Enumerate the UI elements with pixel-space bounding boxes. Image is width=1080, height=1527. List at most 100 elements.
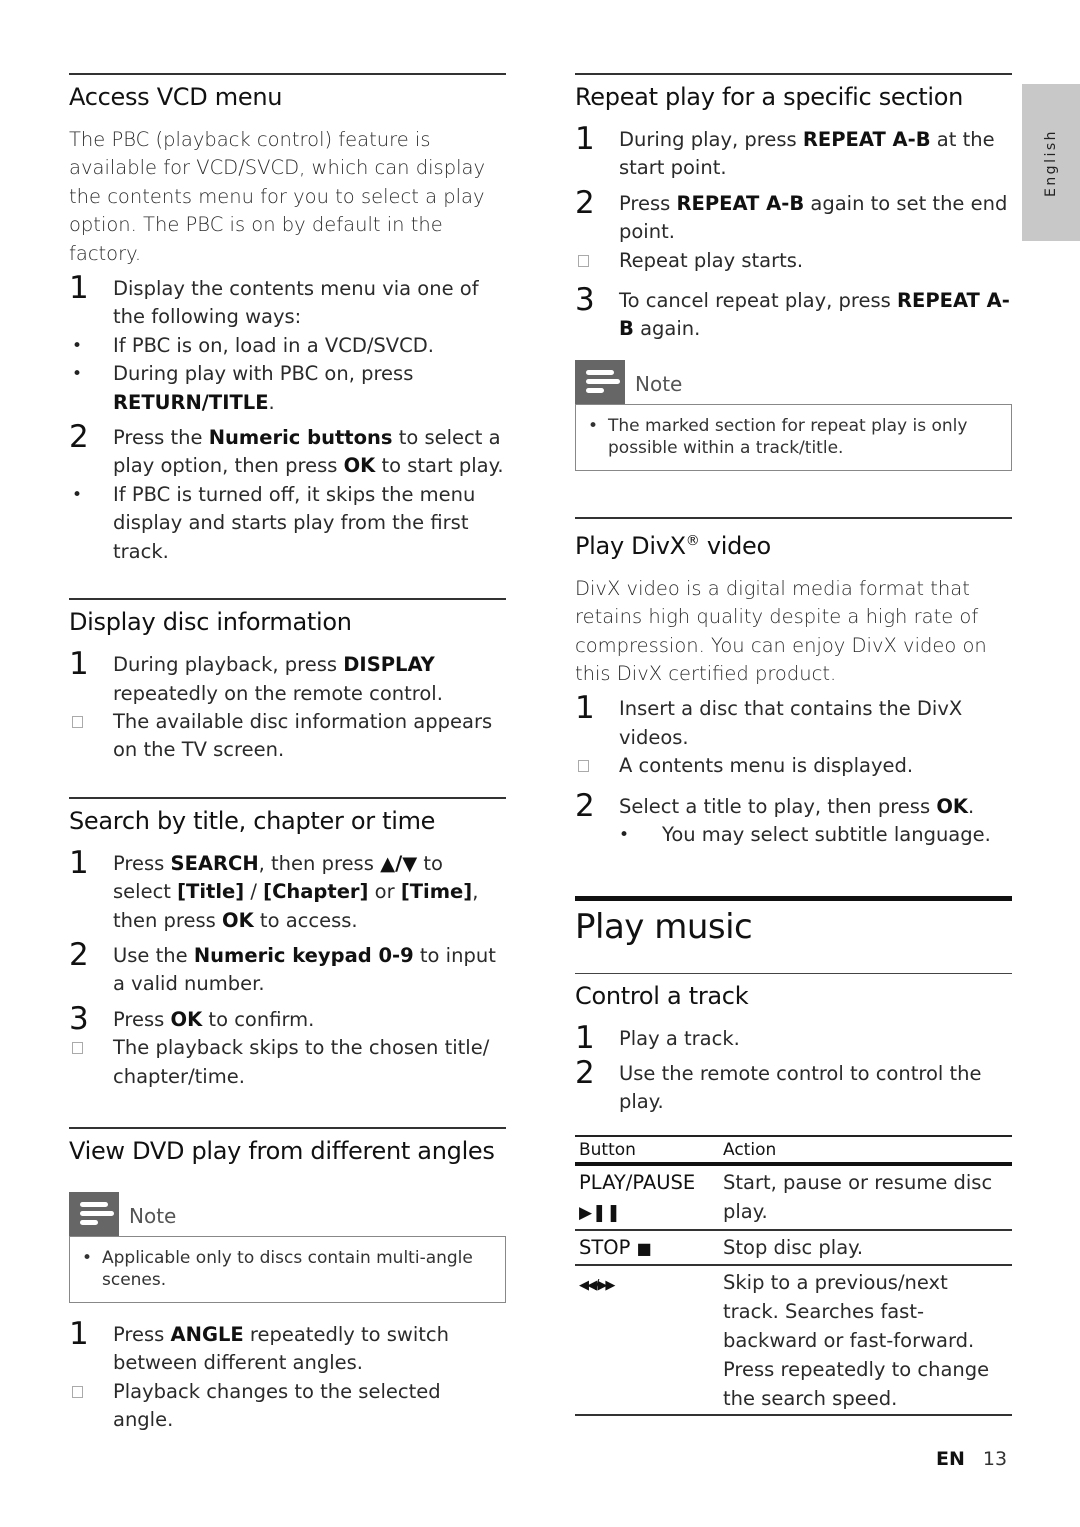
step-text: to access. <box>253 908 358 932</box>
note-text: The marked section for repeat play is on… <box>608 415 968 459</box>
step-text: Insert a disc that contains the DivX vid… <box>619 697 963 749</box>
step: 2 Use the remote control to control the … <box>575 1056 1012 1117</box>
button-name: Numeric buttons <box>208 426 393 450</box>
step: 1 During play, press REPEAT A-B at the s… <box>575 122 1012 183</box>
language-tab: English <box>1022 84 1080 241</box>
bullet-text: . <box>268 390 275 414</box>
step-text: again. <box>633 317 701 341</box>
note-icon <box>575 359 625 404</box>
step: 3 To cancel repeat play, press REPEAT A-… <box>575 283 1012 344</box>
action-cell: Stop disc play. <box>719 1229 1012 1266</box>
note-header: Note <box>69 1191 506 1236</box>
step-text: Select a title to play, then press <box>619 794 937 818</box>
column-header-button: Button <box>575 1134 719 1166</box>
button-cell: STOP ■ <box>575 1229 719 1266</box>
step: 1 Display the contents menu via one of t… <box>69 271 506 332</box>
step-text: During play, press <box>619 128 803 151</box>
action-cell: Skip to a previous/next track. Searches … <box>719 1264 1012 1416</box>
step-number: 2 <box>575 1054 595 1091</box>
step-text: , then press <box>258 851 381 875</box>
button-name: REPEAT A-B <box>676 191 805 215</box>
result-item: The playback skips to the chosen title/ … <box>69 1034 506 1091</box>
step: 1 Press SEARCH, then press ▲/▼ to select… <box>69 846 506 935</box>
step-text: or <box>368 880 401 904</box>
bullet-item: • If PBC is on, load in a VCD/SVCD. <box>69 332 506 360</box>
result-item: Playback changes to the selected angle. <box>69 1378 506 1435</box>
step-text: Press <box>113 851 171 875</box>
bullet-icon: • <box>82 1247 93 1268</box>
language-tab-label: English <box>1043 128 1059 197</box>
bullet-icon: • <box>588 415 599 436</box>
step: 1 Play a track. <box>575 1021 1012 1055</box>
column-header-action: Action <box>719 1134 1012 1166</box>
table-header-row: Button Action <box>575 1134 1012 1166</box>
section-access-vcd-menu: Access VCD menu The PBC (playback contro… <box>69 73 506 566</box>
section-play-divx: Play DivX® video DivX video is a digital… <box>575 516 1012 850</box>
option-name: [Time] <box>400 880 473 904</box>
step-number: 1 <box>575 1019 595 1056</box>
result-text: A contents menu is displayed. <box>619 754 914 778</box>
step-number: 1 <box>69 1315 89 1352</box>
result-item: A contents menu is displayed. <box>575 752 1012 780</box>
arrow-keys: ▲/▼ <box>380 851 418 875</box>
step-text: Use the <box>113 943 194 967</box>
section-search: Search by title, chapter or time 1 Press… <box>69 796 506 1091</box>
section-title: Display disc information <box>69 608 352 637</box>
intro-text: DivX video is a digital media format tha… <box>575 576 987 686</box>
bullet-text: During play with PBC on, press <box>113 362 414 386</box>
button-name: PLAY/PAUSE <box>579 1170 696 1194</box>
step-number: 2 <box>575 787 595 824</box>
step-number: 2 <box>69 419 89 456</box>
step-number: 1 <box>575 690 595 727</box>
table-row: PLAY/PAUSE ▶❚❚ Start, pause or resume di… <box>575 1163 1012 1231</box>
button-name: Numeric keypad 0-9 <box>193 943 414 967</box>
step-number: 1 <box>69 270 89 307</box>
step-text: . <box>968 794 975 818</box>
section-title: Search by title, chapter or time <box>69 806 436 835</box>
title-text: video <box>699 531 771 560</box>
action-cell: Start, pause or resume disc play. <box>719 1163 1012 1231</box>
step-text: During playback, press <box>113 653 344 677</box>
step-text: Play a track. <box>619 1026 740 1050</box>
section-title: Play DivX® video <box>575 522 1012 565</box>
registered-mark: ® <box>685 532 700 549</box>
play-pause-icon: ▶❚❚ <box>579 1202 621 1223</box>
page-number: 13 <box>982 1448 1008 1470</box>
bullet-item: • You may select subtitle language. <box>575 821 1012 849</box>
bullet-text: If PBC is turned off, it skips the menu … <box>113 482 476 563</box>
step-text: Press <box>113 1007 171 1031</box>
result-text: Playback changes to the selected angle. <box>113 1379 441 1432</box>
button-cell: PLAY/PAUSE ▶❚❚ <box>575 1163 719 1231</box>
section-display-disc-information: Display disc information 1 During playba… <box>69 598 506 765</box>
step: 2 Select a title to play, then press OK. <box>575 789 1012 823</box>
section-play-music: Play music Control a track 1 Play a trac… <box>575 895 1012 1416</box>
step: 1 During playback, press DISPLAY repeate… <box>69 647 506 708</box>
result-text: The playback skips to the chosen title/ … <box>113 1036 490 1088</box>
step-number: 2 <box>69 936 89 973</box>
option-name: [Chapter] <box>263 880 369 904</box>
skip-previous-next-icon: ◀◀/▶▶ <box>579 1277 615 1293</box>
intro-text: The PBC (playback control) feature is av… <box>69 128 485 265</box>
table-row: ◀◀/▶▶ Skip to a previous/next track. Sea… <box>575 1264 1012 1416</box>
bullet-text: You may select subtitle language. <box>662 823 991 847</box>
left-column: Access VCD menu The PBC (playback contro… <box>69 73 506 1435</box>
section-repeat-ab: Repeat play for a specific section 1 Dur… <box>575 73 1012 471</box>
note-box: Note • The marked section for repeat pla… <box>575 359 1012 471</box>
step-number: 1 <box>575 121 595 157</box>
result-text: The available disc information appears o… <box>113 709 493 762</box>
result-text: Repeat play starts. <box>619 248 804 272</box>
button-name: DISPLAY <box>343 653 435 677</box>
button-name: OK <box>170 1007 203 1031</box>
step: 3 Press OK to confirm. <box>69 1002 506 1036</box>
button-name: SEARCH <box>170 851 259 875</box>
note-label: Note <box>635 371 683 396</box>
step-number: 2 <box>575 184 595 221</box>
title-text: Play DivX <box>575 531 686 560</box>
note-label: Note <box>129 1203 177 1228</box>
section-title: Access VCD menu <box>69 83 283 111</box>
page-footer: EN 13 <box>936 1448 1007 1470</box>
step-text: Press the <box>113 426 209 450</box>
step-text: / <box>244 880 264 904</box>
step-text: to start play. <box>375 454 504 478</box>
step: 2 Use the Numeric keypad 0-9 to input a … <box>69 938 506 999</box>
